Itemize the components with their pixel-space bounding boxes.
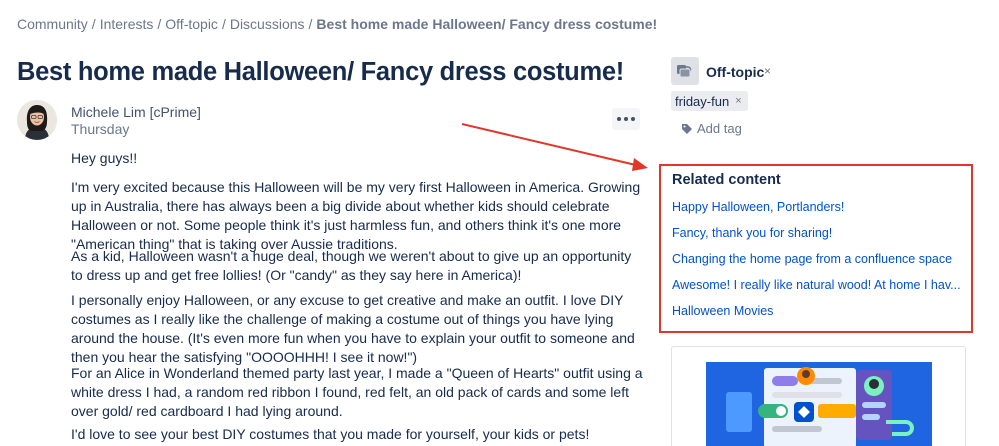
more-dots-icon: [617, 117, 621, 121]
breadcrumb: Community / Interests / Off-topic / Discussion…: [17, 16, 658, 32]
related-link[interactable]: Changing the home page from a confluence…: [672, 252, 952, 266]
post-paragraph: I'm very excited because this Halloween …: [71, 179, 641, 252]
more-actions-button[interactable]: [612, 108, 640, 130]
post-date: Thursday: [71, 121, 130, 137]
remove-space-close-icon[interactable]: ×: [764, 64, 771, 78]
related-link[interactable]: Halloween Movies: [672, 304, 773, 318]
tag-icon: [682, 123, 692, 134]
promo-illustration: [706, 362, 932, 446]
breadcrumb-interests[interactable]: Interests: [100, 16, 154, 32]
tag-label[interactable]: friday-fun: [675, 94, 729, 109]
related-content-panel: Related content Happy Halloween, Portlan…: [659, 164, 973, 333]
add-tag-label: Add tag: [697, 121, 742, 136]
space-link[interactable]: Off-topic: [706, 64, 764, 80]
related-link[interactable]: Happy Halloween, Portlanders!: [672, 200, 844, 214]
page-title: Best home made Halloween/ Fancy dress co…: [17, 58, 624, 86]
remove-tag-close-icon[interactable]: ×: [735, 95, 741, 107]
author-name[interactable]: Michele Lim [cPrime]: [71, 104, 201, 120]
breadcrumb-current: Best home made Halloween/ Fancy dress co…: [316, 16, 658, 32]
breadcrumb-community[interactable]: Community: [17, 16, 88, 32]
breadcrumb-discussions[interactable]: Discussions: [230, 16, 305, 32]
add-tag-button[interactable]: Add tag: [681, 121, 742, 136]
coffee-cup-icon: [671, 57, 699, 85]
related-content-title: Related content: [672, 172, 781, 188]
post-paragraph: I personally enjoy Halloween, or any exc…: [71, 292, 635, 365]
post-paragraph: I'd love to see your best DIY costumes t…: [71, 426, 590, 442]
tag-chip[interactable]: friday-fun ×: [671, 91, 748, 111]
post-paragraph: As a kid, Halloween wasn't a huge deal, …: [71, 248, 632, 283]
breadcrumb-off-topic[interactable]: Off-topic: [165, 16, 218, 32]
post-paragraph: For an Alice in Wonderland themed party …: [71, 365, 643, 419]
promo-card[interactable]: [671, 346, 966, 446]
related-link[interactable]: Awesome! I really like natural wood! At …: [672, 278, 961, 292]
related-link[interactable]: Fancy, thank you for sharing!: [672, 226, 832, 240]
post-paragraph: Hey guys!!: [71, 150, 138, 166]
avatar[interactable]: [17, 100, 57, 140]
